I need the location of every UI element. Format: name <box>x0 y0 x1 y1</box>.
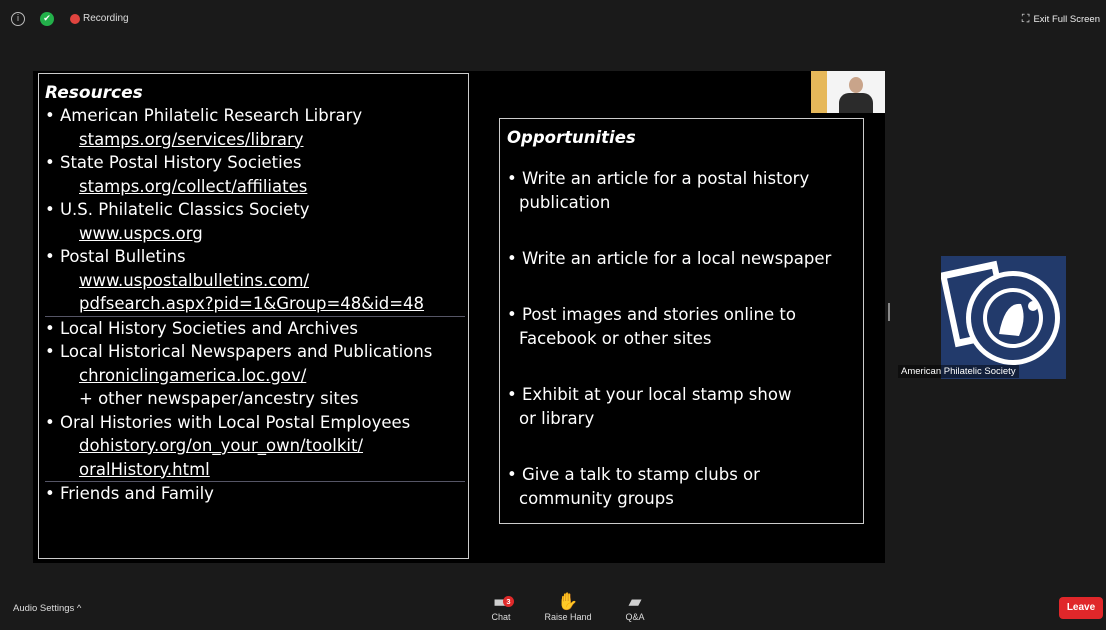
resource-item: • U.S. Philatelic Classics Society <box>45 200 310 219</box>
resource-link: www.uspostalbulletins.com/ <box>79 270 310 290</box>
thumbnail-background <box>811 71 827 113</box>
chat-unread-badge: 3 <box>503 596 514 607</box>
resource-note: + other newspaper/ancestry sites <box>79 389 359 408</box>
resource-item: • Local History Societies and Archives <box>45 318 358 338</box>
panel-resize-handle[interactable] <box>888 303 890 321</box>
resource-item: • Friends and Family <box>45 484 214 503</box>
opportunity-line: or library <box>519 409 595 428</box>
opportunity-line: • Write an article for a local newspaper <box>507 249 832 268</box>
resource-item: • American Philatelic Research Library <box>45 106 363 125</box>
recording-icon <box>70 14 80 24</box>
resources-panel: Resources • American Philatelic Research… <box>38 73 469 559</box>
aps-stamp-logo-icon <box>939 260 1060 365</box>
raise-hand-label: Raise Hand <box>544 612 592 622</box>
resources-title: Resources <box>45 83 143 103</box>
speaker-body <box>839 93 873 113</box>
qa-label: Q&A <box>625 612 645 622</box>
meeting-top-bar: i ✔ Recording ⛶ Exit Full Screen <box>0 0 1106 44</box>
opportunity-line: • Write an article for a postal history <box>507 169 810 188</box>
meeting-controls-bar: Audio Settings ^ ▬ 3 Chat ✋ Raise Hand ▰… <box>0 582 1106 630</box>
chat-label: Chat <box>491 612 511 622</box>
opportunities-title: Opportunities <box>507 128 636 147</box>
leave-button[interactable]: Leave <box>1059 597 1103 619</box>
opportunity-line: Facebook or other sites <box>519 329 712 348</box>
resource-item: • Postal Bulletins <box>45 247 186 266</box>
exit-full-screen-button[interactable]: ⛶ Exit Full Screen <box>1018 8 1106 30</box>
opportunities-panel: Opportunities • Write an article for a p… <box>499 118 864 524</box>
opportunity-item: • Exhibit at your local stamp show or li… <box>507 383 863 431</box>
audio-settings-label: Audio Settings <box>13 603 75 614</box>
opportunity-item: • Give a talk to stamp clubs or communit… <box>507 463 863 511</box>
resource-item: • State Postal History Societies <box>45 153 302 172</box>
opportunity-item: • Write an article for a postal history … <box>507 167 863 215</box>
opportunity-line: publication <box>519 193 611 212</box>
opportunity-item: • Write an article for a local newspaper <box>507 247 863 271</box>
speaker-head <box>849 77 863 93</box>
resource-link: stamps.org/services/library <box>79 129 304 149</box>
speaker-video-thumbnail[interactable] <box>811 71 885 113</box>
qa-button[interactable]: ▰ Q&A <box>623 592 647 622</box>
shield-icon[interactable]: ✔ <box>40 12 54 26</box>
shared-screen: Resources • American Philatelic Research… <box>33 71 885 563</box>
hand-icon: ✋ <box>557 592 579 612</box>
opportunity-item: • Post images and stories online to Face… <box>507 303 863 351</box>
resource-link: dohistory.org/on_your_own/toolkit/ <box>79 436 364 455</box>
opportunity-line: community groups <box>519 489 674 508</box>
exit-full-screen-icon: ⛶ <box>1021 12 1030 25</box>
resource-link: www.uspcs.org <box>79 223 203 243</box>
resource-link: chroniclingamerica.loc.gov/ <box>79 365 307 385</box>
info-icon[interactable]: i <box>11 12 25 26</box>
chevron-up-icon: ^ <box>76 603 82 614</box>
participant-video-tile[interactable] <box>939 256 1066 379</box>
opportunity-line: • Post images and stories online to <box>507 305 796 324</box>
raise-hand-button[interactable]: ✋ Raise Hand <box>542 592 594 622</box>
opportunity-line: • Give a talk to stamp clubs or <box>507 465 760 484</box>
resource-link: pdfsearch.aspx?pid=1&Group=48&id=48 <box>79 294 425 313</box>
resource-item: • Local Historical Newspapers and Public… <box>45 342 433 361</box>
exit-full-screen-label: Exit Full Screen <box>1033 13 1100 25</box>
resource-link: stamps.org/collect/affiliates <box>79 176 308 196</box>
opportunity-line: • Exhibit at your local stamp show <box>507 385 792 404</box>
resource-link: oralHistory.html <box>79 459 210 479</box>
resource-item: • Oral Histories with Local Postal Emplo… <box>45 412 411 432</box>
participant-name-label: American Philatelic Society <box>898 365 1019 378</box>
chat-button[interactable]: ▬ 3 Chat <box>488 592 514 622</box>
audio-settings-button[interactable]: Audio Settings ^ <box>13 603 81 614</box>
qa-icon: ▰ <box>628 592 642 612</box>
recording-label: Recording <box>83 13 129 24</box>
